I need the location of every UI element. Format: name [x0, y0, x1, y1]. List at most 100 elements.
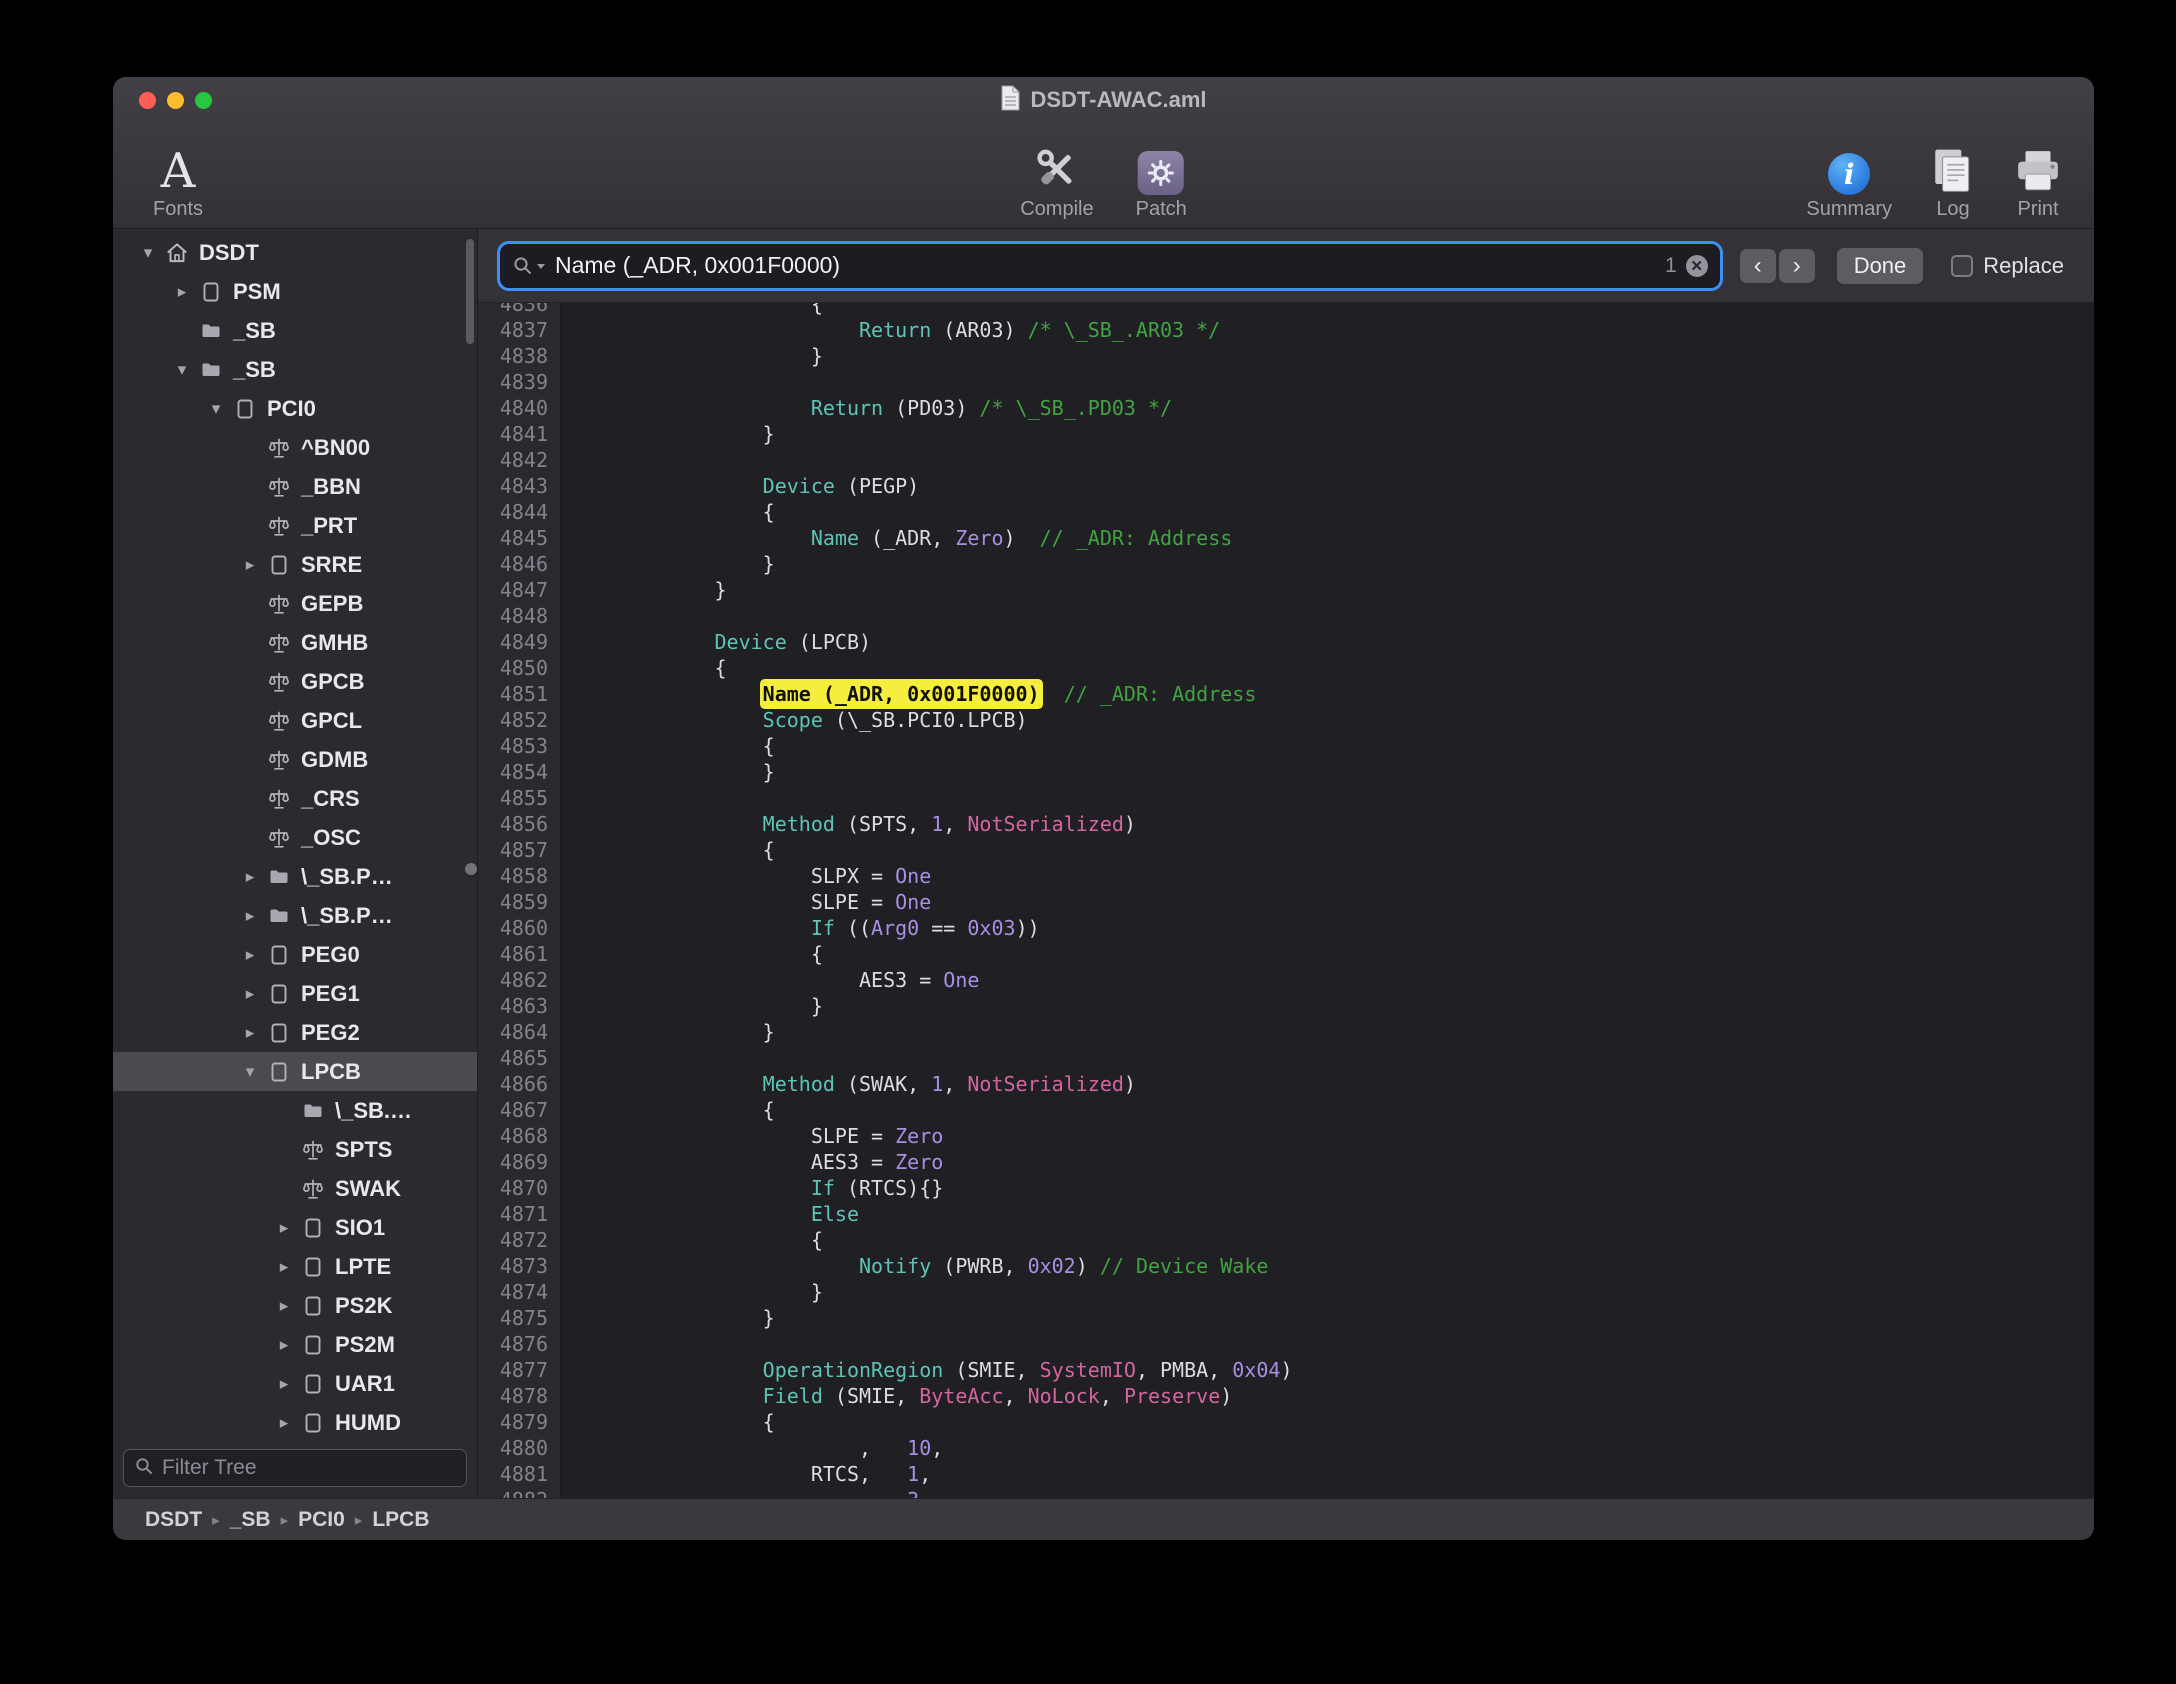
- clear-search-icon[interactable]: ✕: [1686, 255, 1708, 277]
- code-line[interactable]: AES3 = Zero: [570, 1149, 2094, 1175]
- zoom-button[interactable]: [195, 92, 212, 109]
- breadcrumb-item[interactable]: PCI0: [298, 1508, 345, 1532]
- code-line[interactable]: {: [570, 303, 2094, 317]
- tree-item-peg1[interactable]: ▸PEG1: [113, 974, 477, 1013]
- code-line[interactable]: Scope (\_SB.PCI0.LPCB): [570, 707, 2094, 733]
- tree-item-gmhb[interactable]: GMHB: [113, 623, 477, 662]
- tree-item-bbn[interactable]: _BBN: [113, 467, 477, 506]
- splitter-handle[interactable]: [465, 863, 477, 875]
- disclosure-open-icon[interactable]: ▾: [201, 399, 231, 419]
- tree-item-swak[interactable]: SWAK: [113, 1169, 477, 1208]
- compile-button[interactable]: Compile: [1020, 123, 1093, 228]
- code-line[interactable]: }: [570, 1279, 2094, 1305]
- code-line[interactable]: Field (SMIE, ByteAcc, NoLock, Preserve): [570, 1383, 2094, 1409]
- code-line[interactable]: }: [570, 1019, 2094, 1045]
- tree-item-srre[interactable]: ▸SRRE: [113, 545, 477, 584]
- code-line[interactable]: Return (PD03) /* \_SB_.PD03 */: [570, 395, 2094, 421]
- code-line[interactable]: {: [570, 733, 2094, 759]
- code-line[interactable]: Device (LPCB): [570, 629, 2094, 655]
- search-field[interactable]: 1 ✕: [500, 244, 1720, 288]
- sidebar-scrollbar[interactable]: [466, 239, 474, 344]
- tree-item-peg2[interactable]: ▸PEG2: [113, 1013, 477, 1052]
- breadcrumb-item[interactable]: DSDT: [145, 1508, 202, 1532]
- code-line[interactable]: [570, 1045, 2094, 1071]
- disclosure-open-icon[interactable]: ▾: [133, 243, 163, 263]
- disclosure-open-icon[interactable]: ▾: [235, 1062, 265, 1082]
- code-line[interactable]: , 10,: [570, 1435, 2094, 1461]
- tree-item-spts[interactable]: SPTS: [113, 1130, 477, 1169]
- code-line[interactable]: {: [570, 1227, 2094, 1253]
- tree-item-uar1[interactable]: ▸UAR1: [113, 1364, 477, 1403]
- code-line[interactable]: SLPX = One: [570, 863, 2094, 889]
- find-previous-button[interactable]: ‹: [1740, 249, 1776, 283]
- code-line[interactable]: }: [570, 343, 2094, 369]
- disclosure-closed-icon[interactable]: ▸: [235, 1023, 265, 1043]
- find-next-button[interactable]: ›: [1779, 249, 1815, 283]
- disclosure-open-icon[interactable]: ▾: [167, 360, 197, 380]
- code-line[interactable]: {: [570, 837, 2094, 863]
- titlebar[interactable]: DSDT-AWAC.aml: [113, 77, 2094, 123]
- disclosure-closed-icon[interactable]: ▸: [235, 867, 265, 887]
- search-input[interactable]: [555, 252, 1656, 279]
- tree-item-lpcb[interactable]: ▾LPCB: [113, 1052, 477, 1091]
- filter-tree-input[interactable]: [162, 1456, 456, 1480]
- code-line[interactable]: [570, 447, 2094, 473]
- code-line[interactable]: Method (SWAK, 1, NotSerialized): [570, 1071, 2094, 1097]
- disclosure-closed-icon[interactable]: ▸: [269, 1335, 299, 1355]
- code-editor[interactable]: 4836483748384839484048414842484348444845…: [478, 303, 2094, 1498]
- code-line[interactable]: }: [570, 759, 2094, 785]
- disclosure-closed-icon[interactable]: ▸: [235, 555, 265, 575]
- tree-item-bn00[interactable]: ^BN00: [113, 428, 477, 467]
- tree-item-pci0[interactable]: ▾PCI0: [113, 389, 477, 428]
- breadcrumb-item[interactable]: LPCB: [372, 1508, 429, 1532]
- code-line[interactable]: [570, 1331, 2094, 1357]
- code-line[interactable]: [570, 785, 2094, 811]
- code-line[interactable]: {: [570, 1409, 2094, 1435]
- tree-item-gepb[interactable]: GEPB: [113, 584, 477, 623]
- tree-item-ps2k[interactable]: ▸PS2K: [113, 1286, 477, 1325]
- code-line[interactable]: SLPE = One: [570, 889, 2094, 915]
- tree-item-ps2m[interactable]: ▸PS2M: [113, 1325, 477, 1364]
- code-line[interactable]: }: [570, 993, 2094, 1019]
- tree-item-sb[interactable]: \_SB.…: [113, 1091, 477, 1130]
- code-line[interactable]: Name (_ADR, 0x001F0000) // _ADR: Address: [570, 681, 2094, 707]
- code-line[interactable]: , 3,: [570, 1487, 2094, 1498]
- tree-item-peg0[interactable]: ▸PEG0: [113, 935, 477, 974]
- tree-item-gpcb[interactable]: GPCB: [113, 662, 477, 701]
- code-line[interactable]: OperationRegion (SMIE, SystemIO, PMBA, 0…: [570, 1357, 2094, 1383]
- print-button[interactable]: Print: [2014, 123, 2062, 228]
- code-line[interactable]: Notify (PWRB, 0x02) // Device Wake: [570, 1253, 2094, 1279]
- tree-item-psm[interactable]: ▸PSM: [113, 272, 477, 311]
- code-line[interactable]: Device (PEGP): [570, 473, 2094, 499]
- tree-item-sio1[interactable]: ▸SIO1: [113, 1208, 477, 1247]
- disclosure-closed-icon[interactable]: ▸: [269, 1257, 299, 1277]
- patch-button[interactable]: Patch: [1136, 123, 1187, 228]
- code-line[interactable]: }: [570, 421, 2094, 447]
- done-button[interactable]: Done: [1837, 248, 1924, 284]
- code-line[interactable]: If ((Arg0 == 0x03)): [570, 915, 2094, 941]
- close-button[interactable]: [139, 92, 156, 109]
- code-line[interactable]: Method (SPTS, 1, NotSerialized): [570, 811, 2094, 837]
- replace-toggle[interactable]: Replace: [1951, 253, 2064, 279]
- tree-item-sb[interactable]: ▾_SB: [113, 350, 477, 389]
- tree-item-sbp[interactable]: ▸\_SB.P…: [113, 857, 477, 896]
- disclosure-closed-icon[interactable]: ▸: [235, 906, 265, 926]
- disclosure-closed-icon[interactable]: ▸: [235, 945, 265, 965]
- disclosure-closed-icon[interactable]: ▸: [269, 1218, 299, 1238]
- breadcrumb-item[interactable]: _SB: [230, 1508, 271, 1532]
- code-line[interactable]: [570, 603, 2094, 629]
- disclosure-closed-icon[interactable]: ▸: [235, 984, 265, 1004]
- tree-item-gpcl[interactable]: GPCL: [113, 701, 477, 740]
- tree-item-osc[interactable]: _OSC: [113, 818, 477, 857]
- tree-item-sbp[interactable]: ▸\_SB.P…: [113, 896, 477, 935]
- code-line[interactable]: [570, 369, 2094, 395]
- disclosure-closed-icon[interactable]: ▸: [269, 1296, 299, 1316]
- tree-item-sb[interactable]: _SB: [113, 311, 477, 350]
- code-line[interactable]: SLPE = Zero: [570, 1123, 2094, 1149]
- log-button[interactable]: Log: [1930, 123, 1976, 228]
- search-menu-icon[interactable]: [512, 255, 546, 277]
- replace-checkbox[interactable]: [1951, 255, 1973, 277]
- fonts-button[interactable]: A Fonts: [153, 123, 203, 228]
- code-line[interactable]: Else: [570, 1201, 2094, 1227]
- filter-tree-field[interactable]: [123, 1449, 467, 1487]
